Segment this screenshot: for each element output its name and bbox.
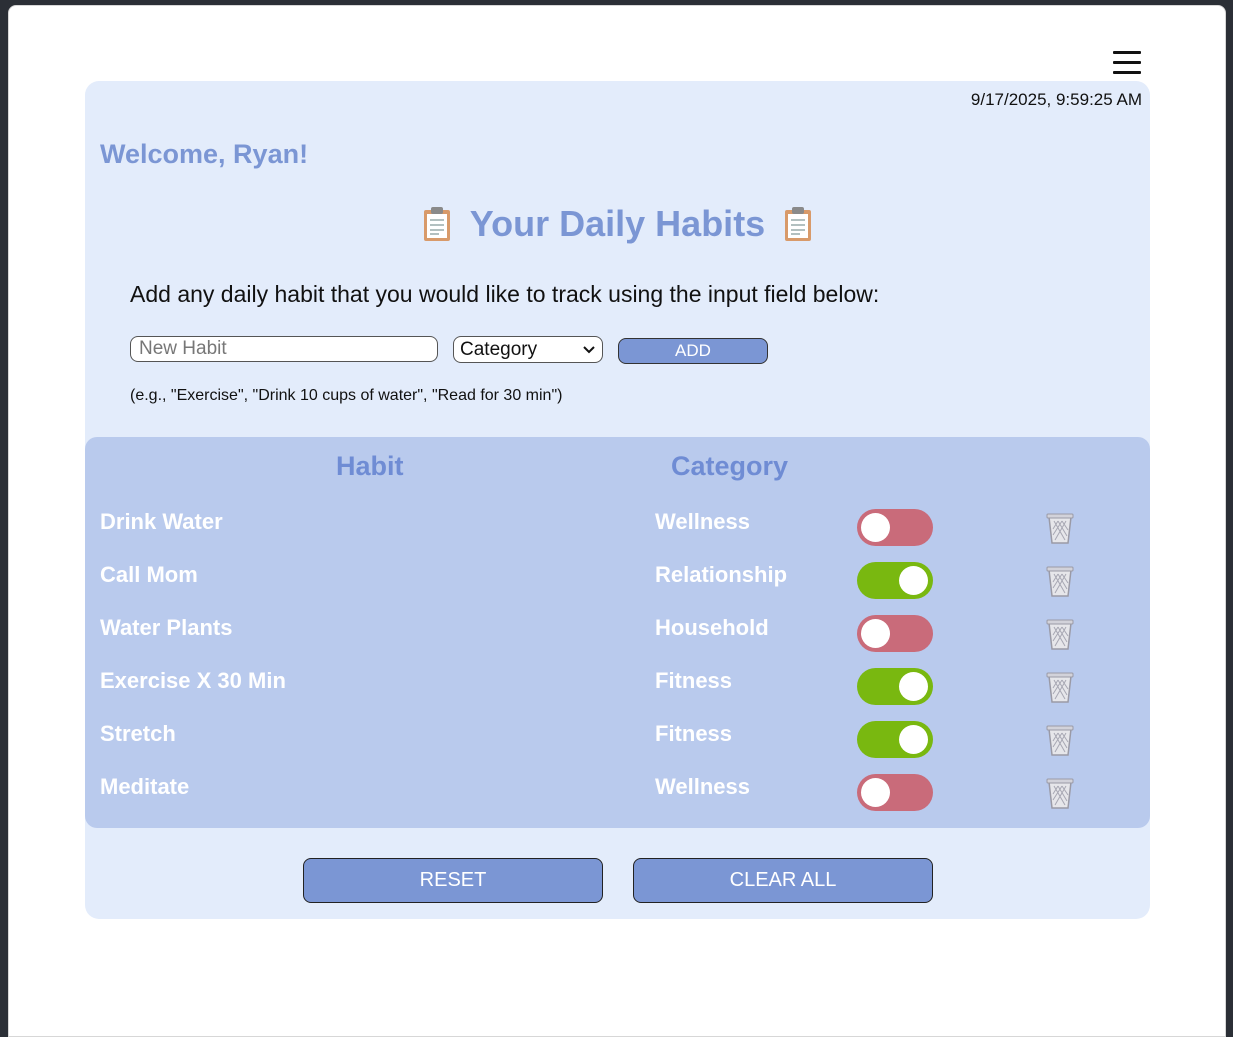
habit-row: Exercise X 30 Min Fitness [85,668,1150,721]
habit-done-toggle[interactable] [857,774,933,811]
habits-table: Habit Category Drink Water Wellness Call M… [85,437,1150,828]
clipboard-icon [423,207,450,241]
toggle-knob [861,778,890,807]
category-select[interactable]: Category [453,336,603,363]
habit-name: Water Plants [100,615,233,640]
example-text: (e.g., "Exercise", "Drink 10 cups of wat… [130,387,563,404]
habit-done-toggle[interactable] [857,509,933,546]
trash-icon[interactable] [1045,776,1075,810]
habit-name: Meditate [100,774,190,799]
hamburger-menu-icon[interactable] [1113,46,1141,78]
page-title: Your Daily Habits [469,203,766,244]
current-datetime: 9/17/2025, 9:59:25 AM [970,90,1142,109]
toggle-knob [899,725,928,754]
new-habit-input[interactable] [130,336,438,362]
clear-all-button[interactable]: CLEAR ALL [633,858,933,903]
toggle-knob [861,619,890,648]
habit-row: Water Plants Household [85,615,1150,668]
reset-button[interactable]: RESET [303,858,603,903]
habit-category: Wellness [655,509,750,534]
instructions-text: Add any daily habit that you would like … [130,281,880,307]
habit-category: Relationship [655,562,788,587]
welcome-heading: Welcome, Ryan! [100,139,309,169]
habits-card: 9/17/2025, 9:59:25 AM Welcome, Ryan! You… [85,81,1150,919]
habit-category: Fitness [655,721,733,746]
add-button[interactable]: ADD [618,338,768,364]
trash-icon[interactable] [1045,564,1075,598]
habit-column-header: Habit [336,451,404,481]
habit-name: Drink Water [100,509,223,534]
trash-icon[interactable] [1045,670,1075,704]
habit-done-toggle[interactable] [857,615,933,652]
trash-icon[interactable] [1045,723,1075,757]
habit-row: Drink Water Wellness [85,509,1150,562]
toggle-knob [899,672,928,701]
toggle-knob [899,566,928,595]
app-window: 9/17/2025, 9:59:25 AM Welcome, Ryan! You… [8,5,1226,1037]
clipboard-icon [785,207,812,241]
chevron-down-icon [583,345,595,353]
habit-category: Wellness [655,774,750,799]
trash-icon[interactable] [1045,511,1075,545]
habit-name: Exercise X 30 Min [100,668,286,693]
habit-done-toggle[interactable] [857,721,933,758]
title-row: Your Daily Habits [85,203,1150,245]
habit-category: Fitness [655,668,733,693]
habit-row: Stretch Fitness [85,721,1150,774]
habit-done-toggle[interactable] [857,562,933,599]
habit-done-toggle[interactable] [857,668,933,705]
habit-row: Meditate Wellness [85,774,1150,827]
toggle-knob [861,513,890,542]
trash-icon[interactable] [1045,617,1075,651]
habit-row: Call Mom Relationship [85,562,1150,615]
category-column-header: Category [671,451,789,481]
habit-name: Call Mom [100,562,198,587]
habit-name: Stretch [100,721,176,746]
habit-category: Household [655,615,769,640]
category-select-value: Category [460,338,538,360]
